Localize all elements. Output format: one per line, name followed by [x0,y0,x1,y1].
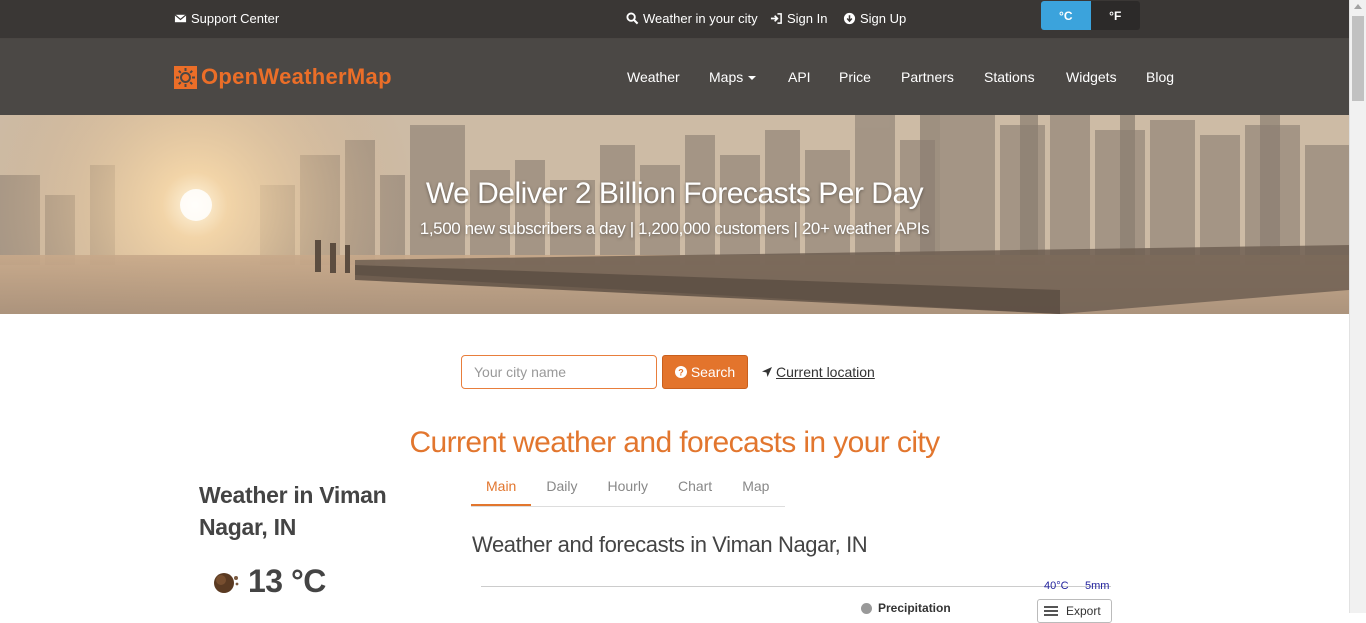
section-title: Current weather and forecasts in your ci… [409,426,940,459]
question-circle-icon: ? [674,366,687,378]
menu-icon [1044,606,1058,616]
legend-dot-icon [861,602,872,614]
nav-stations[interactable]: Stations [984,69,1035,85]
hero-subtitle: 1,500 new subscribers a day | 1,200,000 … [419,219,930,238]
nav-maps-label: Maps [709,69,744,85]
search-icon [626,12,639,25]
logo[interactable]: OpenWeatherMap [174,64,392,90]
chart-gridline [481,586,1111,587]
chart-precip-axis-label: 5mm [1085,580,1110,592]
temperature-value: 13 °C [248,563,326,599]
hero-title: We Deliver 2 Billion Forecasts Per Day [425,177,924,210]
search-button[interactable]: ? Search [662,355,748,389]
tab-map[interactable]: Map [727,470,784,506]
caret-down-icon [748,76,757,81]
nav-weather[interactable]: Weather [627,69,680,85]
nav-price[interactable]: Price [839,69,871,85]
weather-condition-icon [214,572,239,593]
download-circle-icon [843,12,856,25]
city-skyline-image [0,115,1349,314]
forecast-tabs: Main Daily Hourly Chart Map [471,470,785,507]
sign-up-link[interactable]: Sign Up [843,11,906,26]
unit-celsius-button[interactable]: °C [1041,1,1091,30]
svg-text:?: ? [678,368,684,378]
logo-text: OpenWeatherMap [201,64,392,89]
export-button[interactable]: Export [1037,599,1112,623]
scroll-up-arrow-icon[interactable] [1354,4,1362,9]
tab-chart[interactable]: Chart [663,470,727,506]
sign-in-label: Sign In [787,11,828,26]
support-center-link[interactable]: Support Center [174,11,279,26]
search-button-label: Search [690,364,736,380]
nav-blog[interactable]: Blog [1146,69,1174,85]
unit-toggle: °C °F [1041,1,1140,30]
support-center-label: Support Center [191,11,280,26]
hero-banner: We Deliver 2 Billion Forecasts Per Day 1… [0,115,1349,314]
weather-in-city-label: Weather in your city [643,11,758,26]
current-location-label: Current location [776,364,875,380]
nav-api[interactable]: API [788,69,811,85]
nav-widgets[interactable]: Widgets [1066,69,1117,85]
sign-up-label: Sign Up [860,11,907,26]
nav-partners[interactable]: Partners [901,69,954,85]
tab-hourly[interactable]: Hourly [592,470,662,506]
weather-in-city-link[interactable]: Weather in your city [626,11,758,26]
city-weather-title: Weather in Viman Nagar, IN [199,482,387,540]
page-scrollbar[interactable] [1349,0,1366,613]
current-location-link[interactable]: Current location [761,364,875,380]
current-temperature: 13 °C [212,563,326,600]
export-label: Export [1066,604,1101,618]
tab-daily[interactable]: Daily [531,470,592,506]
unit-fahrenheit-button[interactable]: °F [1090,1,1140,30]
nav-maps[interactable]: Maps [709,69,757,85]
top-bar: Support Center Weather in your city Sign… [0,0,1349,39]
forecast-title: Weather and forecasts in Viman Nagar, IN [472,532,868,557]
location-arrow-icon [762,367,772,377]
city-search-input[interactable] [461,355,657,389]
scroll-thumb[interactable] [1352,16,1364,101]
sign-in-link[interactable]: Sign In [770,11,827,26]
envelope-icon [174,14,187,23]
sun-logo-icon [174,65,197,89]
main-navbar: OpenWeatherMap Weather Maps API Price Pa… [0,39,1349,115]
chart-temp-axis-label: 40°C [1044,580,1069,592]
tab-main[interactable]: Main [471,470,532,506]
sign-in-icon [770,13,782,24]
